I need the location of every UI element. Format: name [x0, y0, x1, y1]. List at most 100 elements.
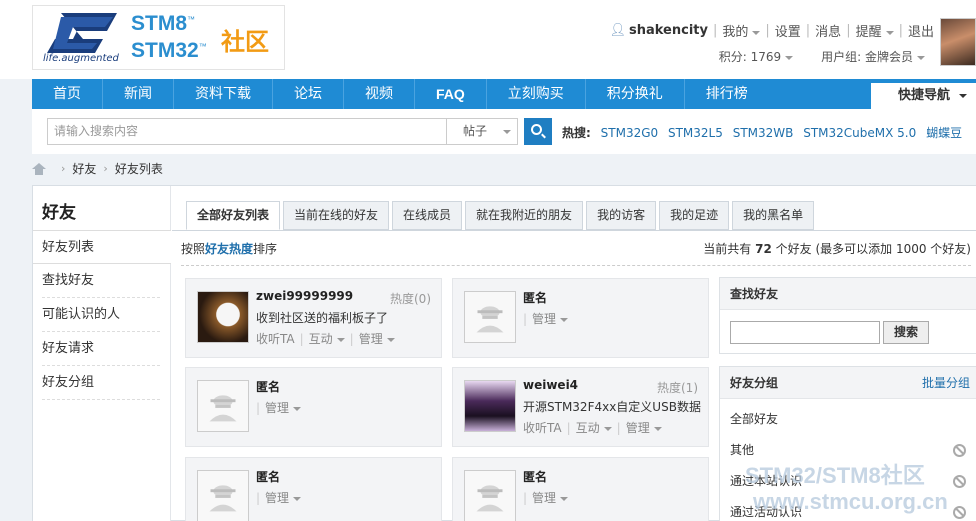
chevron-down-icon	[653, 426, 662, 431]
sidebar-item-friend-list[interactable]: 好友列表	[33, 230, 171, 264]
chevron-down-icon	[293, 496, 302, 501]
manage-menu[interactable]: 管理	[265, 399, 302, 416]
ban-icon[interactable]	[953, 444, 966, 457]
nav-buy[interactable]: 立刻购买	[487, 79, 586, 109]
st-logo-icon	[47, 13, 117, 53]
sidebar-item-requests[interactable]: 好友请求	[42, 332, 160, 366]
ban-icon[interactable]	[953, 475, 966, 488]
points-menu[interactable]: 积分: 1769	[719, 48, 794, 65]
site-logo[interactable]: STM8™ STM32™ 社区 life.augmented	[32, 5, 285, 70]
sidebar-item-groups[interactable]: 好友分组	[42, 366, 160, 400]
nav-points-gift[interactable]: 积分换礼	[586, 79, 685, 109]
friend-avatar[interactable]	[197, 291, 249, 343]
chevron-down-icon	[560, 317, 569, 322]
friend-name[interactable]: weiwei4	[523, 378, 578, 392]
breadcrumb: › 好友 › 好友列表	[32, 160, 163, 177]
friend-count: 当前共有 72 个好友 (最多可以添加 1000 个好友)	[703, 242, 971, 256]
tab-nearby[interactable]: 就在我附近的朋友	[465, 201, 584, 230]
interact-menu[interactable]: 互动	[576, 419, 612, 436]
quick-nav-button[interactable]: 快捷导航	[871, 83, 976, 109]
search-input[interactable]: 请输入搜索内容	[47, 118, 447, 145]
group-item-all[interactable]: 全部好友	[720, 404, 976, 435]
follow-link[interactable]: 收听TA	[523, 419, 562, 436]
batch-group-link[interactable]: 批量分组	[922, 367, 970, 399]
friend-name[interactable]: 匿名	[523, 289, 547, 306]
anonymous-avatar-icon[interactable]	[197, 380, 249, 432]
home-icon[interactable]	[32, 162, 46, 175]
tab-bar: 全部好友列表 当前在线的好友 在线成员 就在我附近的朋友 我的访客 我的足迹 我…	[186, 201, 817, 230]
breadcrumb-friend-list[interactable]: 好友列表	[115, 160, 163, 177]
nav-ranking[interactable]: 排行榜	[685, 79, 769, 109]
tab-all-friends[interactable]: 全部好友列表	[186, 201, 281, 230]
sort-key-link[interactable]: 好友热度	[205, 242, 253, 256]
chevron-down-icon	[336, 337, 345, 342]
search-button[interactable]	[524, 118, 552, 145]
nav-faq[interactable]: FAQ	[415, 79, 487, 109]
hot-term[interactable]: STM32CubeMX 5.0	[803, 126, 916, 140]
find-friend-input[interactable]	[730, 321, 880, 344]
chevron-down-icon	[560, 496, 569, 501]
logo-stm8: STM8™	[131, 12, 196, 35]
tab-footprints[interactable]: 我的足迹	[659, 201, 730, 230]
manage-menu[interactable]: 管理	[265, 489, 302, 506]
anonymous-avatar-icon[interactable]	[464, 291, 516, 343]
nav-downloads[interactable]: 资料下载	[174, 79, 273, 109]
tab-blacklist[interactable]: 我的黑名单	[732, 201, 815, 230]
usergroup-menu[interactable]: 用户组: 金牌会员	[821, 48, 925, 65]
messages-link[interactable]: 消息	[815, 21, 841, 40]
hot-term[interactable]: 蝴蝶豆	[926, 126, 962, 140]
manage-menu[interactable]: 管理	[359, 330, 395, 347]
tab-online-friends[interactable]: 当前在线的好友	[283, 201, 390, 230]
user-avatar[interactable]	[940, 18, 976, 66]
manage-menu[interactable]: 管理	[532, 489, 569, 506]
sidebar-item-may-know[interactable]: 可能认识的人	[42, 298, 160, 332]
divider	[181, 265, 971, 266]
tab-online-members[interactable]: 在线成员	[392, 201, 463, 230]
find-friend-button[interactable]: 搜索	[883, 321, 929, 344]
friend-status: 开源STM32F4xx自定义USB数据	[523, 400, 701, 414]
chevron-down-icon	[752, 30, 761, 35]
friend-card: weiwei4 热度(1) 开源STM32F4xx自定义USB数据 收听TA | …	[452, 367, 709, 447]
username-link[interactable]: shakencity	[629, 23, 708, 38]
settings-link[interactable]: 设置	[775, 21, 801, 40]
group-item[interactable]: 其他	[720, 435, 976, 466]
chevron-down-icon	[959, 93, 968, 98]
friend-card: 匿名 | 管理	[185, 457, 442, 521]
friend-name[interactable]: 匿名	[523, 468, 547, 485]
hot-term[interactable]: STM32G0	[601, 126, 659, 140]
logout-link[interactable]: 退出	[908, 21, 934, 40]
friend-status: 收到社区送的福利板子了	[256, 311, 389, 325]
friend-name[interactable]: 匿名	[256, 468, 280, 485]
reminders-menu[interactable]: 提醒	[856, 21, 894, 40]
manage-menu[interactable]: 管理	[626, 419, 662, 436]
sidebar-item-find-friends[interactable]: 查找好友	[42, 264, 160, 298]
nav-video[interactable]: 视频	[344, 79, 415, 109]
chevron-down-icon	[917, 55, 925, 60]
search-type-select[interactable]: 帖子	[447, 118, 518, 145]
main-nav: 首页 新闻 资料下载 论坛 视频 FAQ 立刻购买 积分换礼 排行榜 快捷导航	[32, 79, 976, 109]
friend-card: 匿名 | 管理	[452, 278, 709, 358]
nav-news[interactable]: 新闻	[103, 79, 174, 109]
hot-term[interactable]: STM32WB	[733, 126, 794, 140]
my-menu[interactable]: 我的	[722, 21, 761, 40]
chevron-right-icon: ›	[61, 162, 66, 175]
friend-name[interactable]: 匿名	[256, 378, 280, 395]
friend-actions: 收听TA | 互动 | 管理	[523, 419, 662, 436]
sort-info: 按照好友热度排序	[181, 242, 278, 256]
nav-forum[interactable]: 论坛	[273, 79, 344, 109]
tab-divider	[172, 230, 976, 231]
friend-name[interactable]: zwei99999999	[256, 289, 353, 303]
hot-term[interactable]: STM32L5	[668, 126, 723, 140]
breadcrumb-friends[interactable]: 好友	[72, 160, 96, 177]
manage-menu[interactable]: 管理	[532, 310, 569, 327]
friend-avatar[interactable]	[464, 380, 516, 432]
nav-home[interactable]: 首页	[32, 79, 103, 109]
anonymous-avatar-icon[interactable]	[197, 470, 249, 521]
anonymous-avatar-icon[interactable]	[464, 470, 516, 521]
follow-link[interactable]: 收听TA	[256, 330, 295, 347]
sidebar: 好友 好友列表 查找好友 可能认识的人 好友请求 好友分组	[33, 186, 171, 521]
interact-menu[interactable]: 互动	[309, 330, 345, 347]
tab-visitors[interactable]: 我的访客	[586, 201, 657, 230]
search-icon	[531, 124, 542, 135]
ban-icon[interactable]	[953, 506, 966, 519]
